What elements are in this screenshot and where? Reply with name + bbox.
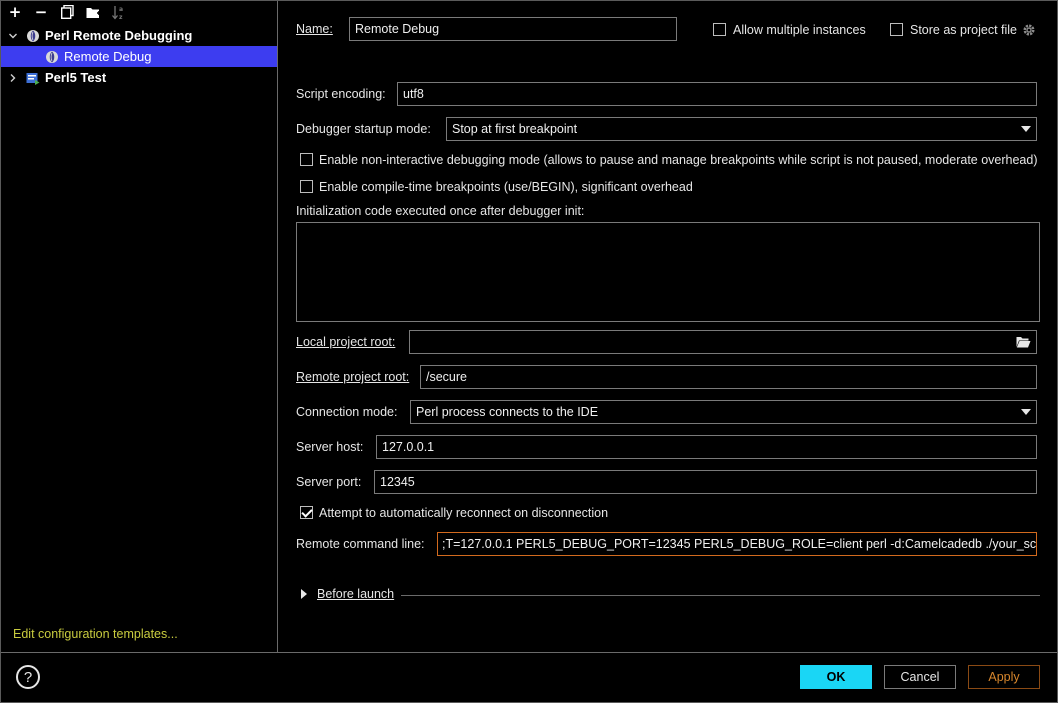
sort-alpha-icon: a z <box>112 5 123 20</box>
chevron-down-icon[interactable] <box>6 29 20 43</box>
tree-item-label: Remote Debug <box>64 49 152 64</box>
dropdown-arrow-icon <box>1021 409 1031 415</box>
tree-item-remote-debug[interactable]: Remote Debug <box>1 46 277 67</box>
svg-text:a: a <box>119 6 123 13</box>
remote-command-line-input[interactable]: ;T=127.0.0.1 PERL5_DEBUG_PORT=12345 PERL… <box>437 532 1037 556</box>
tree-group-perl-remote-debugging[interactable]: Perl Remote Debugging <box>1 25 277 46</box>
folder-open-icon[interactable] <box>1016 336 1031 348</box>
allow-multiple-instances-label: Allow multiple instances <box>733 23 866 37</box>
configurations-panel: + − a z Perl Remote Debugging Remote Deb… <box>1 1 278 652</box>
connection-mode-label: Connection mode: <box>296 405 398 419</box>
noninteractive-mode-checkbox[interactable] <box>300 153 313 166</box>
connection-mode-value: Perl process connects to the IDE <box>416 405 599 419</box>
debugger-startup-mode-value: Stop at first breakpoint <box>452 122 578 136</box>
server-port-label: Server port: <box>296 475 362 489</box>
folder-plus-icon <box>86 7 101 18</box>
remote-project-root-input[interactable]: /secure <box>420 365 1037 389</box>
tree-group-label: Perl Remote Debugging <box>45 28 193 43</box>
server-host-input[interactable]: 127.0.0.1 <box>376 435 1037 459</box>
tree-group-perl5-test[interactable]: Perl5 Test <box>1 67 277 88</box>
before-launch-divider <box>401 595 1040 596</box>
configurations-tree: Perl Remote Debugging Remote Debug Perl5… <box>1 25 277 88</box>
gear-icon[interactable] <box>1022 23 1036 37</box>
compile-time-breakpoints-checkbox[interactable] <box>300 180 313 193</box>
tree-group-label: Perl5 Test <box>45 70 107 85</box>
debugger-startup-mode-select[interactable]: Stop at first breakpoint <box>446 117 1037 141</box>
before-launch-label[interactable]: Before launch <box>317 587 394 601</box>
apply-button[interactable]: Apply <box>968 665 1040 689</box>
connection-mode-select[interactable]: Perl process connects to the IDE <box>410 400 1037 424</box>
local-project-root-label: Local project root: <box>296 335 395 349</box>
store-as-project-file-checkbox[interactable] <box>890 23 903 36</box>
local-project-root-input[interactable] <box>409 330 1037 354</box>
server-host-label: Server host: <box>296 440 364 454</box>
allow-multiple-instances-checkbox[interactable] <box>713 23 726 36</box>
debugger-startup-mode-label: Debugger startup mode: <box>296 122 431 136</box>
remote-command-line-label: Remote command line: <box>296 537 425 551</box>
compile-time-breakpoints-label: Enable compile-time breakpoints (use/BEG… <box>319 180 693 194</box>
before-launch-label-text: Before launch <box>317 587 395 601</box>
help-button[interactable]: ? <box>16 665 40 689</box>
add-configuration-button[interactable]: + <box>7 4 23 20</box>
auto-reconnect-label: Attempt to automatically reconnect on di… <box>319 506 609 520</box>
init-code-textarea[interactable] <box>296 222 1040 322</box>
perl-onion-icon <box>46 50 58 63</box>
noninteractive-mode-label: Enable non-interactive debugging mode (a… <box>319 153 1038 167</box>
dropdown-arrow-icon <box>1021 126 1031 132</box>
copy-icon <box>60 5 74 19</box>
bottom-separator <box>1 652 1057 653</box>
svg-text:z: z <box>119 14 123 20</box>
cancel-button[interactable]: Cancel <box>884 665 956 689</box>
init-code-label: Initialization code executed once after … <box>296 204 585 218</box>
edit-configuration-templates-link[interactable]: Edit configuration templates... <box>13 627 178 641</box>
perl-onion-icon <box>27 29 39 42</box>
remove-configuration-button[interactable]: − <box>33 4 49 20</box>
ok-button[interactable]: OK <box>800 665 872 689</box>
copy-configuration-button[interactable] <box>59 4 75 20</box>
script-encoding-label: Script encoding: <box>296 87 386 101</box>
perl-test-icon <box>26 72 40 85</box>
auto-reconnect-checkbox[interactable] <box>300 506 313 519</box>
remote-project-root-label-text: Remote project root: <box>296 370 410 384</box>
name-input[interactable]: Remote Debug <box>349 17 677 41</box>
name-label-text: Name: <box>296 22 333 36</box>
store-as-project-file-label: Store as project file <box>910 23 1017 37</box>
configurations-toolbar: + − a z <box>7 3 127 21</box>
script-encoding-input[interactable]: utf8 <box>397 82 1037 106</box>
remote-project-root-label: Remote project root: <box>296 370 409 384</box>
sort-configurations-button[interactable]: a z <box>111 4 127 20</box>
name-label: Name: <box>296 22 333 36</box>
expand-triangle-icon[interactable] <box>301 589 307 599</box>
new-folder-button[interactable] <box>85 4 101 20</box>
local-project-root-label-text: Local project root: <box>296 335 396 349</box>
server-port-input[interactable]: 12345 <box>374 470 1037 494</box>
chevron-right-icon[interactable] <box>6 71 20 85</box>
